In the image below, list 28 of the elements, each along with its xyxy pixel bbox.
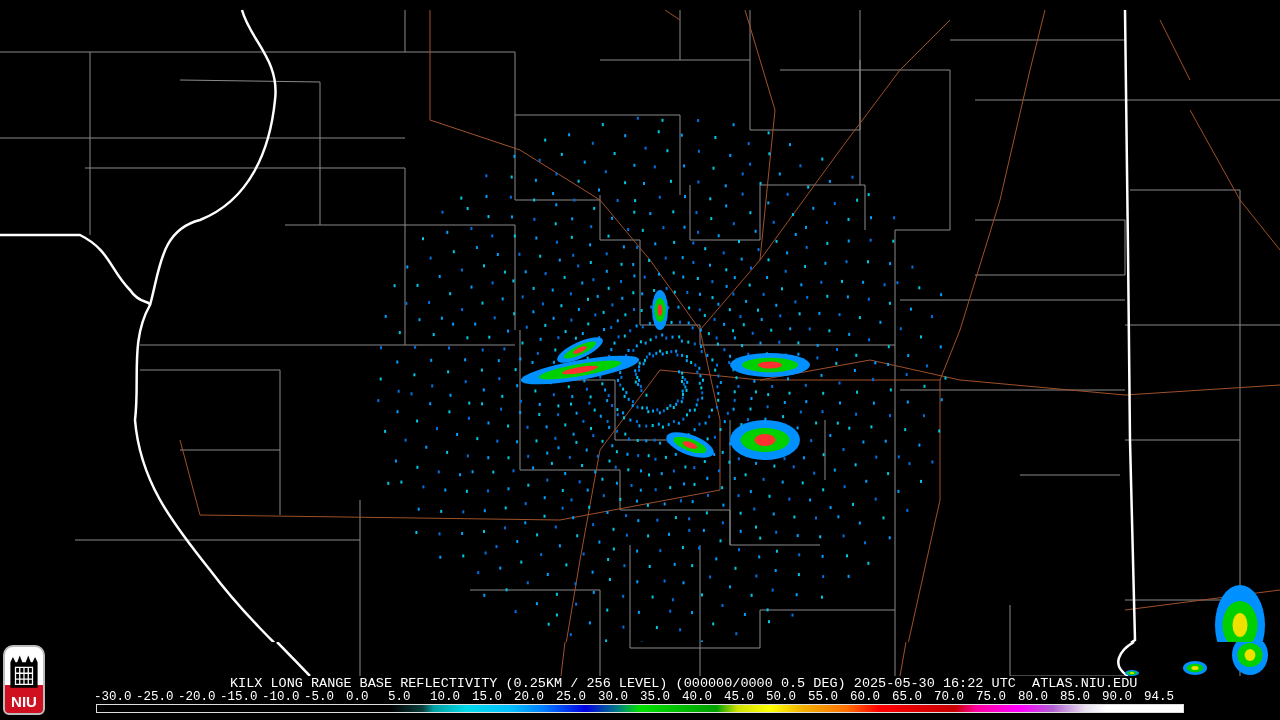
scale-label: 10.0 (430, 691, 461, 704)
scale-label: -30.0 (94, 691, 133, 704)
scale-label: 45.0 (724, 691, 755, 704)
scale-label: 94.5 (1144, 691, 1175, 704)
scale-label: 30.0 (598, 691, 629, 704)
scale-label: -5.0 (304, 691, 335, 704)
scale-label: 35.0 (640, 691, 671, 704)
scale-label: 5.0 (388, 691, 412, 704)
scale-label: -20.0 (178, 691, 217, 704)
scale-label: -10.0 (262, 691, 301, 704)
scale-label: 20.0 (514, 691, 545, 704)
scale-label: 15.0 (472, 691, 503, 704)
scale-label: -15.0 (220, 691, 259, 704)
logo-text: NIU (11, 694, 37, 710)
scale-label: 85.0 (1060, 691, 1091, 704)
scale-label: 40.0 (682, 691, 713, 704)
scale-label: -25.0 (136, 691, 175, 704)
map-caption: KILX LONG RANGE BASE REFLECTIVITY (0.25KM / 256 LEVEL) (000000/0000 0.5 DEG) 2025-05-30 16:22 UTC ATLAS.NIU.EDU (229, 676, 1139, 691)
scale-label: 0.0 (346, 691, 370, 704)
scale-label: 70.0 (934, 691, 965, 704)
scale-label: 75.0 (976, 691, 1007, 704)
scale-label: 90.0 (1102, 691, 1133, 704)
scale-label: 60.0 (850, 691, 881, 704)
scale-label: 50.0 (766, 691, 797, 704)
scale-label: 80.0 (1018, 691, 1049, 704)
scale-label: 65.0 (892, 691, 923, 704)
scale-label: 25.0 (556, 691, 587, 704)
scale-label: 55.0 (808, 691, 839, 704)
